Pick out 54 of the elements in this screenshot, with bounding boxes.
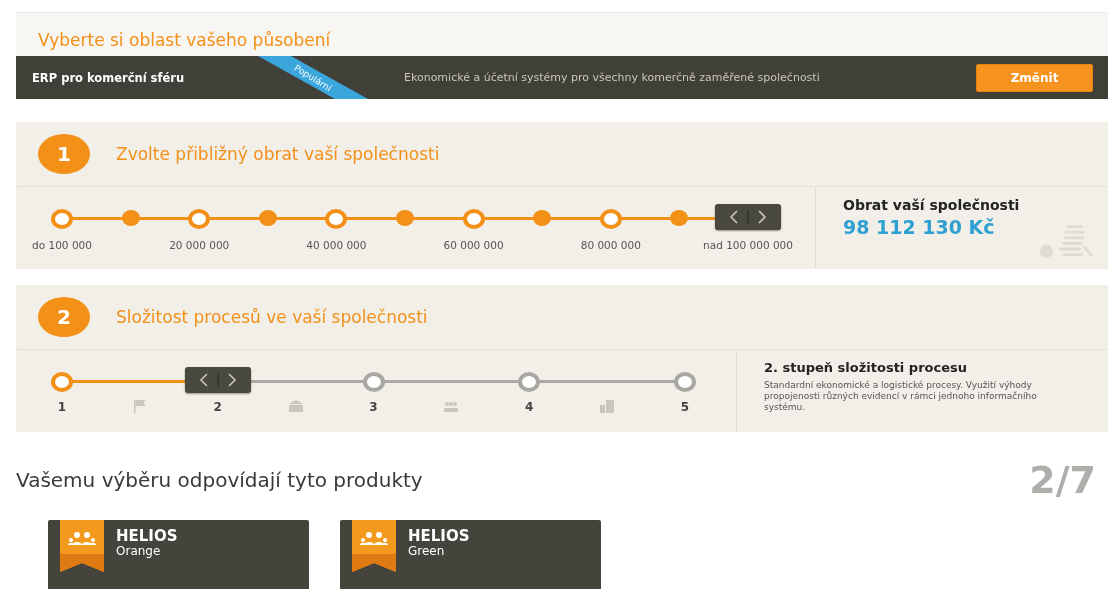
area-name: ERP pro komerční sféru [32, 70, 186, 85]
step-title: Zvolte přibližný obrat vaší společnosti [116, 144, 440, 164]
results-title: Vašemu výběru odpovídají tyto produkty [16, 468, 423, 492]
slider-point[interactable] [325, 209, 348, 229]
slider-point[interactable] [51, 372, 73, 392]
slider-handle[interactable] [715, 204, 781, 230]
slider-point[interactable] [674, 372, 696, 392]
step-title: Složitost procesů ve vaší společnosti [116, 307, 428, 327]
slider-label: 40 000 000 [306, 239, 367, 251]
slider-label: 2 [213, 400, 222, 414]
product-brand: HELIOS [116, 529, 178, 544]
slider-label: 1 [57, 400, 67, 414]
slider-point[interactable] [51, 209, 73, 229]
info-description: Standardní ekonomické a logistické procesy. Využití výhody propojenosti různých evidencí v rámci jednoho informačního systému. [764, 380, 1038, 413]
people-badge-icon [60, 520, 104, 572]
product-name: Green [408, 544, 446, 558]
slider-handle[interactable] [184, 367, 251, 393]
product-card[interactable]: HELIOS Green [340, 520, 601, 589]
slider-dot [121, 210, 140, 226]
product-name: Orange [116, 544, 162, 558]
people-badge-icon [352, 520, 396, 572]
step-number: 2 [38, 297, 90, 337]
slider-point[interactable] [462, 209, 485, 229]
results-counter: 2/7 [1029, 458, 1096, 502]
slider-label: 20 000 000 [169, 239, 230, 251]
info-title: 2. stupeň složitosti procesu [764, 360, 968, 375]
slider-label: do 100 000 [32, 239, 92, 251]
slider-dot [396, 210, 414, 226]
slider-dot [533, 210, 552, 226]
slider-point[interactable] [362, 372, 385, 392]
area-description: Ekonomické a účetní systémy pro všechny komerčně zaměřené společnosti [404, 71, 821, 84]
slider-point[interactable] [518, 372, 541, 392]
slider-dot [258, 210, 277, 226]
left-right-arrows-icon [728, 209, 768, 225]
product-brand: HELIOS [408, 529, 470, 544]
slider-dot [670, 210, 689, 226]
step-number: 1 [38, 134, 90, 174]
slider-label: 3 [369, 400, 378, 414]
slider-point[interactable] [599, 209, 622, 229]
product-card[interactable]: HELIOS Orange [48, 520, 309, 589]
section-title: Vyberte si oblast vašeho působení [37, 29, 332, 52]
slider-point[interactable] [188, 209, 211, 229]
factory-icon [443, 399, 460, 413]
slider-label: 4 [525, 400, 534, 414]
flag-icon [131, 399, 148, 413]
slider-label: 5 [680, 400, 690, 414]
turnover-value: 98 112 130 Kč [843, 216, 996, 238]
building-icon [287, 399, 304, 413]
slider-label: 60 000 000 [443, 239, 504, 251]
slider-label: 80 000 000 [580, 239, 641, 251]
slider-label: nad 100 000 000 [703, 239, 793, 251]
left-right-arrows-icon [197, 372, 238, 388]
info-title: Obrat vaší společnosti [843, 197, 1021, 213]
office-icon [599, 399, 616, 413]
